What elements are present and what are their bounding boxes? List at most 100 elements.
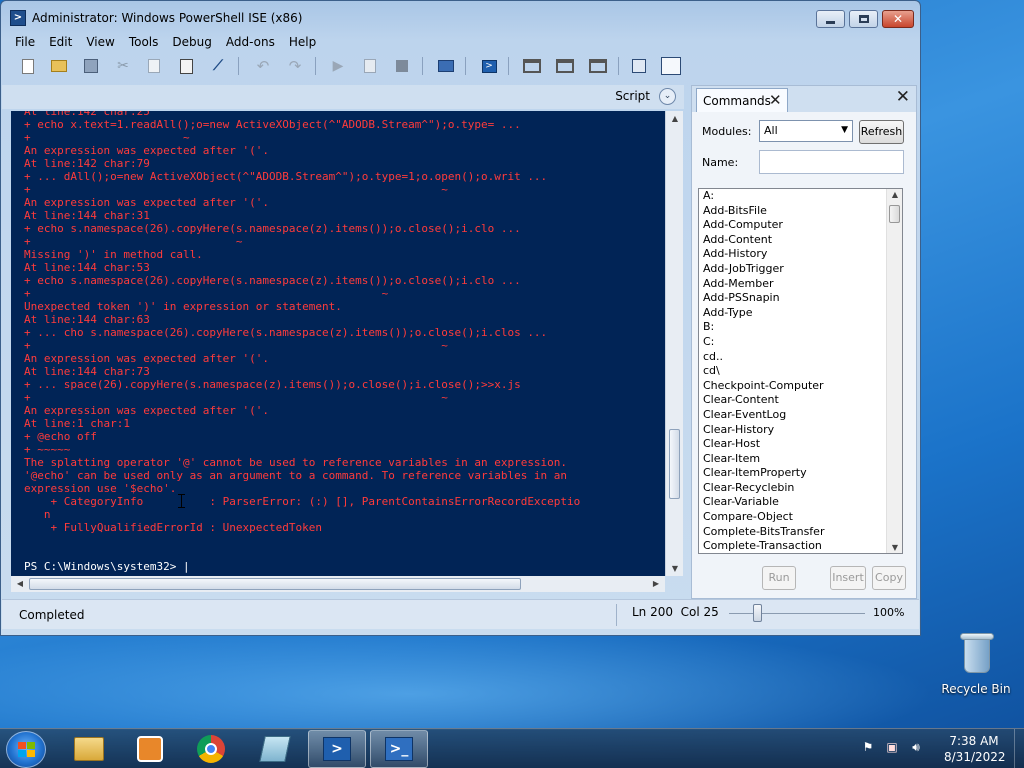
show-script-right-button[interactable] [555,56,575,76]
console-hscroll-thumb[interactable] [29,578,521,590]
command-list-item[interactable]: Add-BitsFile [699,204,902,219]
command-list-item[interactable]: Clear-Variable [699,495,902,510]
menu-view[interactable]: View [79,33,121,53]
close-icon[interactable]: ✕ [896,87,910,107]
taskbar-powershell[interactable]: > [308,730,366,768]
remote-powershell-button[interactable] [436,56,456,76]
start-button[interactable] [6,731,46,768]
minimize-icon [826,20,835,24]
paste-button[interactable] [176,56,196,76]
command-list-item[interactable]: Compare-Object [699,510,902,525]
copy-button[interactable] [144,56,164,76]
command-list-item[interactable]: Clear-ItemProperty [699,466,902,481]
undo-button[interactable]: ↶ [253,56,273,76]
minimize-button[interactable] [816,10,845,28]
command-list-item[interactable]: A: [699,189,902,204]
command-list-item[interactable]: Clear-EventLog [699,408,902,423]
command-list-scrollbar[interactable]: ▲ ▼ [886,189,902,553]
command-list-item[interactable]: Clear-Recyclebin [699,481,902,496]
command-list-item[interactable]: cd.. [699,350,902,365]
console-prompt[interactable]: PS C:\Windows\system32> | [24,560,190,573]
title-bar[interactable]: > Administrator: Windows PowerShell ISE … [1,1,920,33]
command-list-item[interactable]: Add-PSSnapin [699,291,902,306]
taskbar-explorer[interactable] [60,730,118,768]
network-icon[interactable]: ▣ [884,739,900,755]
copy-command-button[interactable]: Copy [872,566,906,590]
menu-add-ons[interactable]: Add-ons [219,33,282,53]
console-horizontal-scrollbar[interactable]: ◀ ▶ [11,576,665,592]
show-commands-button[interactable] [661,56,681,76]
zoom-slider-thumb[interactable] [753,604,762,622]
insert-button[interactable]: Insert [830,566,866,590]
command-list-item[interactable]: Clear-History [699,423,902,438]
scroll-up-icon[interactable]: ▲ [887,190,902,199]
open-button[interactable] [49,56,69,76]
command-list-item[interactable]: Add-Type [699,306,902,321]
scroll-down-icon[interactable]: ▼ [666,564,684,573]
taskbar-powershell-ise[interactable]: >_ [370,730,428,768]
command-list-item[interactable]: Clear-Item [699,452,902,467]
menu-help[interactable]: Help [282,33,323,53]
run-button[interactable]: Run [762,566,796,590]
command-list-item[interactable]: Add-Computer [699,218,902,233]
show-script-top-button[interactable] [522,56,542,76]
toolbar-separator [618,57,619,75]
stop-button[interactable] [392,56,412,76]
command-list-item[interactable]: Clear-Host [699,437,902,452]
scroll-down-icon[interactable]: ▼ [887,543,902,552]
console-vertical-scrollbar[interactable]: ▲ ▼ [665,111,683,576]
tab-commands[interactable]: Commands ✕ [696,88,788,112]
taskbar-notepad[interactable] [246,730,304,768]
refresh-button[interactable]: Refresh [859,120,904,144]
clear-console-button[interactable]: ⟋ [208,56,228,76]
command-list[interactable]: A: Add-BitsFile Add-Computer Add-Content Add… [698,188,903,554]
command-list-item[interactable]: C: [699,335,902,350]
command-list-item[interactable]: Clear-Content [699,393,902,408]
menu-edit[interactable]: Edit [42,33,79,53]
command-list-item[interactable]: Add-JobTrigger [699,262,902,277]
remote-session-icon [438,60,454,72]
taskbar-chrome[interactable] [182,730,240,768]
taskbar: > >_ ⚑ ▣ 🔊︎ 7:38 AM 8/31/2022 [0,728,1024,768]
show-script-pane-button[interactable] [629,56,649,76]
close-button[interactable]: ✕ [882,10,914,28]
command-list-scroll-thumb[interactable] [889,205,900,223]
start-powershell-button[interactable]: > [479,56,499,76]
command-list-item[interactable]: Complete-BitsTransfer [699,525,902,540]
scroll-right-icon[interactable]: ▶ [647,579,665,588]
menu-tools[interactable]: Tools [122,33,166,53]
command-list-item[interactable]: B: [699,320,902,335]
scroll-up-icon[interactable]: ▲ [666,114,684,123]
command-list-item[interactable]: Add-Member [699,277,902,292]
scroll-left-icon[interactable]: ◀ [11,579,29,588]
script-pane-label[interactable]: Script [615,89,650,103]
show-script-maximized-button[interactable] [588,56,608,76]
close-icon[interactable]: ✕ [769,91,782,109]
name-filter-input[interactable] [759,150,904,174]
cut-button[interactable]: ✂ [113,56,133,76]
show-desktop-button[interactable] [1014,729,1024,768]
new-script-button[interactable] [18,56,38,76]
command-list-item[interactable]: Checkpoint-Computer [699,379,902,394]
command-list-item[interactable]: cd\ [699,364,902,379]
command-list-item[interactable]: Complete-Transaction [699,539,902,553]
menu-file[interactable]: File [2,33,42,53]
volume-icon[interactable]: 🔊︎ [908,739,924,755]
chevron-down-icon[interactable]: ⌄ [659,88,676,105]
save-button[interactable] [81,56,101,76]
redo-button[interactable]: ↷ [285,56,305,76]
maximize-button[interactable] [849,10,878,28]
clock[interactable]: 7:38 AM 8/31/2022 [944,733,1006,765]
menu-debug[interactable]: Debug [165,33,218,53]
run-script-button[interactable]: ▶ [328,56,348,76]
command-list-item[interactable]: Add-Content [699,233,902,248]
console-pane[interactable]: At line:142 char:25 + echo x.text=1.readA… [11,111,665,576]
run-selection-button[interactable] [360,56,380,76]
recycle-bin-desktop-icon[interactable]: Recycle Bin [941,628,1011,704]
action-center-icon[interactable]: ⚑ [860,739,876,755]
console-scroll-thumb[interactable] [669,429,680,499]
zoom-slider-track[interactable] [729,613,865,614]
command-list-item[interactable]: Add-History [699,247,902,262]
taskbar-media-player[interactable] [121,730,179,768]
modules-dropdown[interactable]: All ▼ [759,120,853,142]
